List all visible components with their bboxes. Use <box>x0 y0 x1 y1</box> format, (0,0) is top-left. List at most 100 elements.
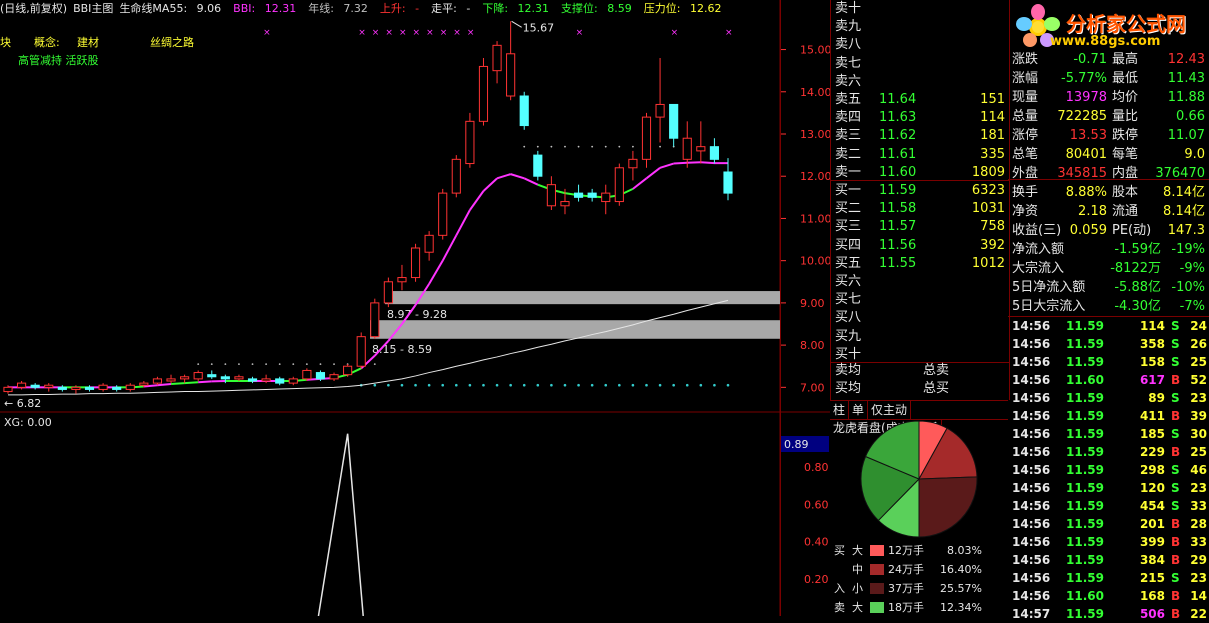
legend-percent: 25.57% <box>940 579 982 598</box>
quote-key: 外盘 <box>1012 164 1038 183</box>
legend-row: 买大12万手8.03% <box>830 541 1008 560</box>
pie-tab-1[interactable]: 单 <box>849 401 868 419</box>
tag-building-materials[interactable]: 建材 <box>77 34 99 50</box>
trail-dot <box>537 146 539 148</box>
yearline-series <box>8 300 728 395</box>
level-price: 11.62 <box>879 127 916 145</box>
tick-time: 14:56 <box>1012 389 1050 407</box>
candle-body <box>439 193 447 235</box>
pie-tab-2[interactable]: 仅主动 <box>868 401 911 419</box>
pie-tabs: 柱单仅主动龙虎看盘(成交量/拆 <box>830 400 1008 420</box>
bbi-segment <box>198 381 212 382</box>
tick-price: 11.59 <box>1066 551 1104 569</box>
tick-time: 14:56 <box>1012 551 1050 569</box>
tick-count: 24 <box>1190 317 1207 335</box>
support-dot <box>632 384 635 387</box>
kline-chart[interactable]: 8.97 - 9.288.15 - 8.59×××××××××××××15.67… <box>0 0 830 616</box>
order-book: 卖十卖九卖八卖七卖六卖五11.64151卖四11.63114卖三11.62181… <box>830 0 1010 400</box>
quote-value: 8.88% <box>1066 183 1107 202</box>
avg-buy-label: 买均 <box>835 380 861 398</box>
level-volume: 335 <box>980 146 1005 164</box>
bbi-segment <box>185 382 199 383</box>
tick-time: 14:56 <box>1012 497 1050 515</box>
level-price: 11.57 <box>879 218 916 236</box>
candle-body <box>724 172 732 193</box>
tick-side: S <box>1171 479 1180 497</box>
avg-row-2: 买均总买 <box>831 380 1009 398</box>
quote-key-2: 每笔 <box>1112 145 1138 164</box>
candle-body <box>615 168 623 202</box>
flow-key: 净流入额 <box>1012 240 1064 259</box>
legend-amount: 18万手 <box>888 598 924 617</box>
tick-row: 14:5611.59298S46 <box>1008 461 1209 479</box>
buy-level: 买五11.551012 <box>831 255 1009 273</box>
tick-price: 11.59 <box>1066 407 1104 425</box>
quote-value-2: 11.07 <box>1168 126 1205 145</box>
level-label: 买九 <box>835 328 861 346</box>
candle-body <box>670 104 678 138</box>
support-dot <box>700 384 703 387</box>
quote-key-2: 最高 <box>1112 50 1138 69</box>
quote-row: 收益(三)0.059PE(动)147.3 <box>1008 221 1209 240</box>
tick-list[interactable]: 14:5611.59114S2414:5611.59358S2614:5611.… <box>1008 316 1209 616</box>
tick-volume: 358 <box>1140 335 1165 353</box>
tick-time: 14:56 <box>1012 335 1050 353</box>
bbi-segment <box>633 178 647 189</box>
up-value: - <box>415 2 419 15</box>
bbi-segment <box>429 261 443 284</box>
quote-value: 13978 <box>1066 88 1107 107</box>
pie-legend: 买大12万手8.03%中24万手16.40%入小37万手25.57%卖大18万手… <box>830 540 1008 616</box>
tick-price: 11.59 <box>1066 533 1104 551</box>
flat-value: - <box>466 2 470 15</box>
kline-svg: 8.97 - 9.288.15 - 8.59×××××××××××××15.67… <box>0 0 830 616</box>
candle-body <box>710 147 718 160</box>
tick-side: S <box>1171 425 1180 443</box>
tag-silk-road[interactable]: 丝绸之路 <box>150 34 194 50</box>
quote-key: 总量 <box>1012 107 1038 126</box>
tick-row: 14:5611.59411B39 <box>1008 407 1209 425</box>
level-label: 卖八 <box>835 36 861 54</box>
quote-value-2: 11.88 <box>1168 88 1205 107</box>
trail-dot <box>632 146 634 148</box>
flow-percent: -9% <box>1180 259 1205 278</box>
legend-row: 入小37万手25.57% <box>830 579 1008 598</box>
tick-price: 11.59 <box>1066 497 1104 515</box>
legend-row: 中24万手16.40% <box>830 560 1008 579</box>
level-label: 卖三 <box>835 127 861 145</box>
tick-side: B <box>1171 533 1180 551</box>
quote-key: 换手 <box>1012 183 1038 202</box>
legend-size: 大 <box>852 541 863 560</box>
down-value: 12.31 <box>518 2 550 15</box>
support-dot <box>414 384 417 387</box>
level-volume: 151 <box>980 91 1005 109</box>
tick-volume: 201 <box>1140 515 1165 533</box>
trail-dot <box>306 363 308 365</box>
bbi-value: 12.31 <box>265 2 297 15</box>
tick-count: 30 <box>1190 425 1207 443</box>
tick-price: 11.59 <box>1066 461 1104 479</box>
tick-price: 11.59 <box>1066 425 1104 443</box>
bbi-label: BBI: <box>233 2 255 15</box>
low-label: ← 6.82 <box>4 397 41 410</box>
level-price: 11.61 <box>879 146 916 164</box>
level-price: 11.58 <box>879 200 916 218</box>
tick-count: 39 <box>1190 407 1207 425</box>
buy-level: 买七 <box>831 291 1009 309</box>
tick-price: 11.59 <box>1066 515 1104 533</box>
quote-value: 722285 <box>1057 107 1107 126</box>
support-dot <box>591 384 594 387</box>
tick-side: S <box>1171 497 1180 515</box>
pie-tab-0[interactable]: 柱 <box>830 401 849 419</box>
buy-level: 买九 <box>831 328 1009 346</box>
candle-body <box>357 337 365 367</box>
candle-body <box>642 117 650 159</box>
quote-value-2: 147.3 <box>1168 221 1205 240</box>
support-label: 支撑位: <box>561 2 598 15</box>
level-label: 买五 <box>835 255 861 273</box>
candle-body <box>31 385 39 387</box>
support-dot <box>686 384 689 387</box>
quote-value-2: 8.14亿 <box>1163 183 1205 202</box>
tick-time: 14:56 <box>1012 533 1050 551</box>
tick-row: 14:5611.59120S23 <box>1008 479 1209 497</box>
candle-body <box>208 375 216 377</box>
